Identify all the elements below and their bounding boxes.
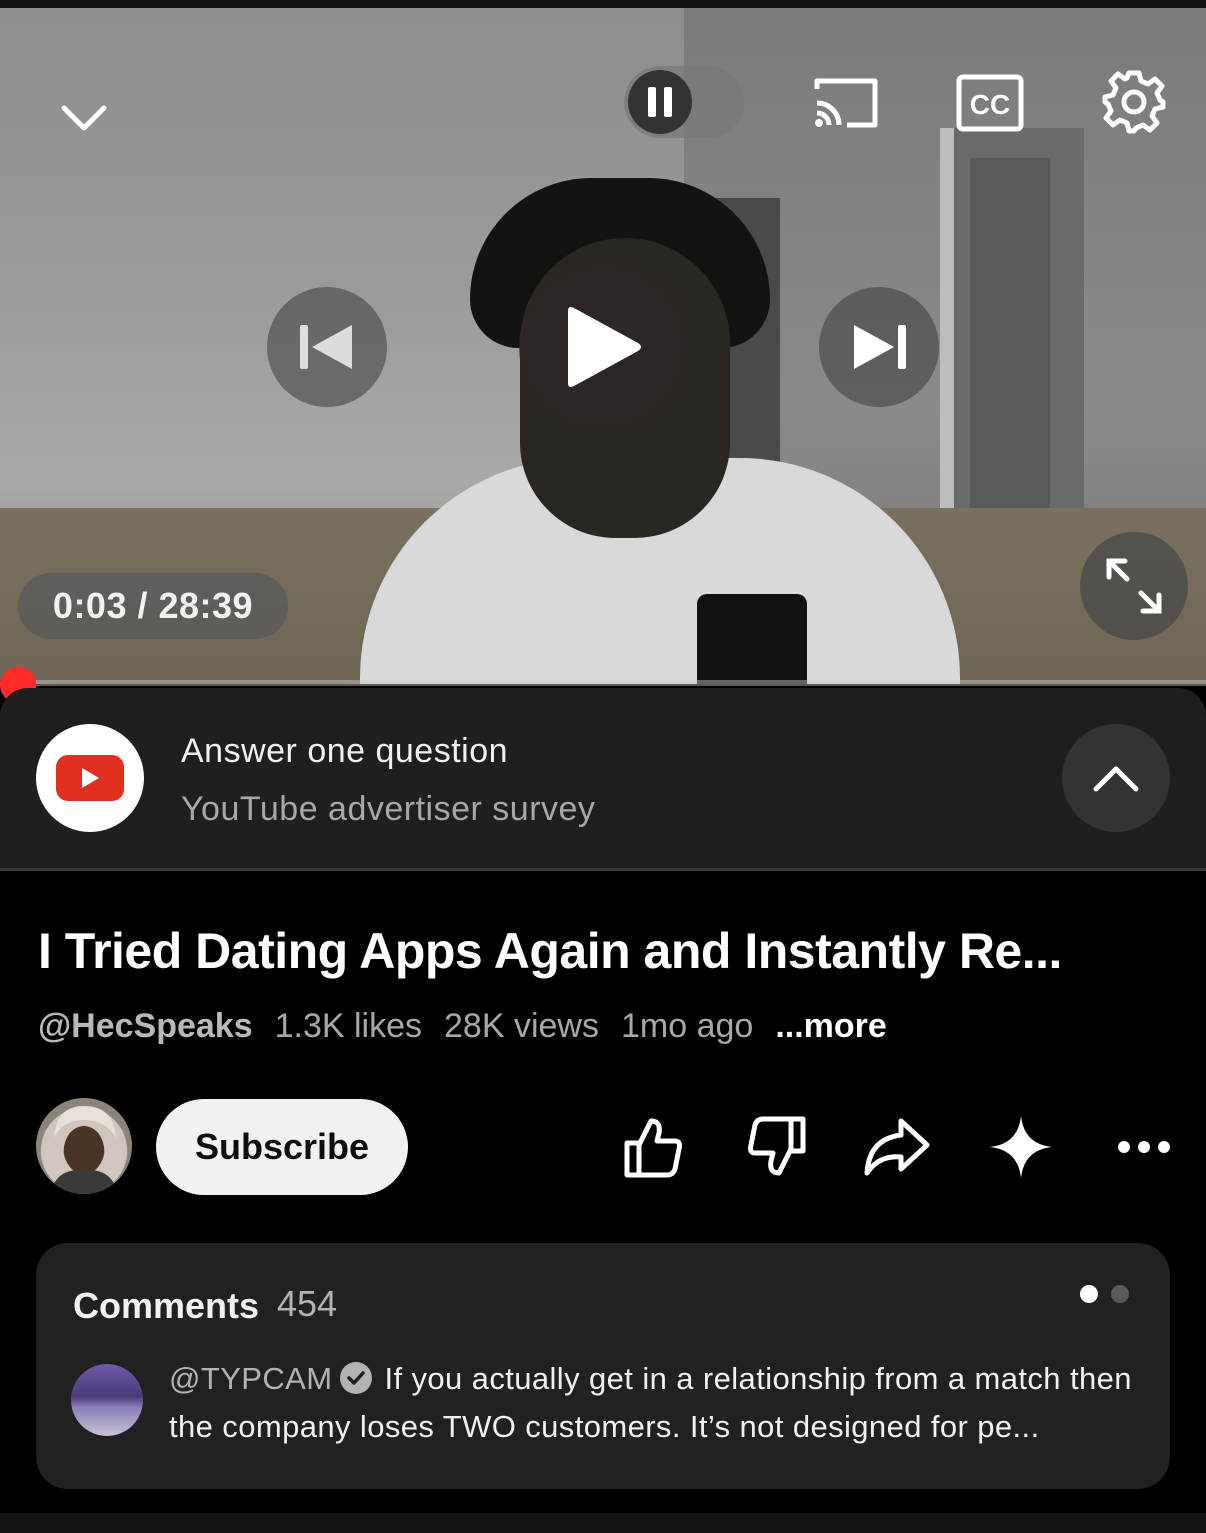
status-bar-strip [0,0,1206,8]
commenter-handle[interactable]: @TYPCAM [169,1361,332,1396]
skip-previous-icon[interactable] [267,287,387,407]
video-meta[interactable]: @HecSpeaks 1.3K likes 28K views 1mo ago ...m… [38,1007,909,1046]
channel-handle[interactable]: @HecSpeaks [38,1007,253,1045]
commenter-avatar[interactable] [71,1364,143,1436]
cc-label: CC [970,89,1010,120]
more-link[interactable]: ...more [775,1007,886,1045]
subscribe-button[interactable]: Subscribe [156,1099,408,1195]
survey-title: Answer one question [181,732,509,770]
gear-icon[interactable] [1098,66,1170,138]
more-icon[interactable] [1112,1112,1176,1182]
chevron-down-icon[interactable] [50,84,118,152]
channel-avatar[interactable] [36,1098,132,1194]
video-title[interactable]: I Tried Dating Apps Again and Instantly … [38,922,1062,980]
video-frame-hallway [970,158,1050,528]
view-count: 28K views [444,1007,599,1045]
pause-icon [628,70,692,134]
page-indicator-active [1080,1285,1098,1303]
comments-card[interactable]: Comments 454 @TYPCAM If you actually get … [36,1243,1170,1489]
divider [0,868,1206,871]
survey-panel[interactable] [0,688,1206,868]
youtube-logo [36,724,144,832]
sparkle-icon[interactable] [986,1112,1056,1182]
survey-subtitle: YouTube advertiser survey [181,790,596,828]
skip-next-icon[interactable] [819,287,939,407]
cast-icon[interactable] [808,72,884,134]
page-indicator [1111,1285,1129,1303]
chevron-up-icon[interactable] [1062,724,1170,832]
upload-age: 1mo ago [620,1007,754,1045]
comments-count: 454 [277,1283,338,1324]
comments-title: Comments [73,1285,260,1326]
fullscreen-icon[interactable] [1080,532,1188,640]
thumbs-up-icon[interactable] [618,1112,688,1182]
bottom-strip [0,1513,1206,1533]
thumbs-down-icon[interactable] [742,1112,812,1182]
youtube-play-icon [56,755,124,801]
play-icon[interactable] [519,263,687,431]
cc-icon[interactable]: CC [955,72,1025,134]
time-display: 0:03 / 28:39 [18,573,288,639]
verified-check-icon [340,1362,373,1394]
top-comment[interactable]: @TYPCAM If you actually get in a relation… [169,1355,1149,1451]
like-count: 1.3K likes [274,1007,423,1045]
progress-track[interactable] [0,680,1206,686]
video-frame-mic [697,594,807,684]
autoplay-toggle[interactable] [624,66,744,138]
share-icon[interactable] [862,1112,932,1182]
